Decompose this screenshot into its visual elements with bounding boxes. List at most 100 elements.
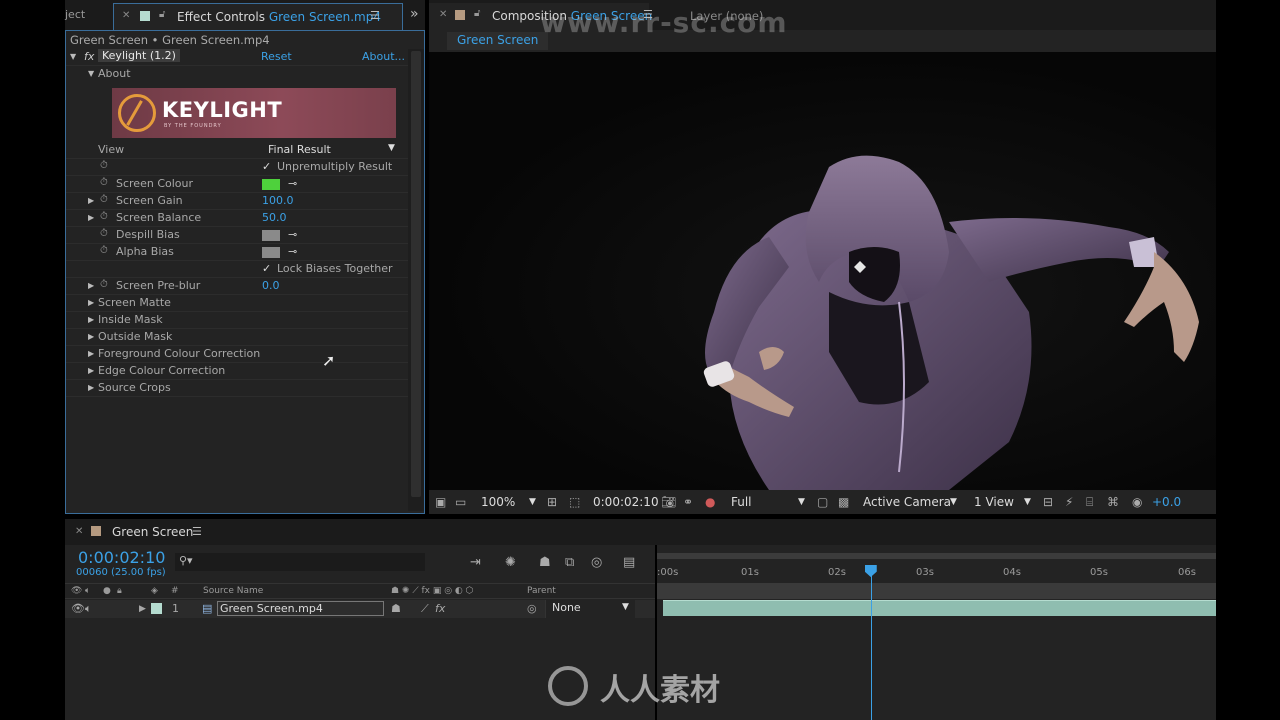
pick-whip-icon[interactable]: ◎ xyxy=(527,602,537,615)
audio-switch-icon[interactable]: 🔈︎ xyxy=(85,586,90,596)
project-tab[interactable]: ject xyxy=(65,8,85,21)
expand-triangle-icon[interactable]: ▶ xyxy=(88,281,94,290)
group-row[interactable]: ▶ Foreground Colour Correction xyxy=(66,346,408,363)
stopwatch-icon[interactable]: ⏱ xyxy=(100,194,108,205)
screen-colour-swatch[interactable] xyxy=(262,179,280,190)
effect-controls-scrollbar[interactable] xyxy=(408,49,424,511)
timeline-icon[interactable]: ⌸ xyxy=(1086,495,1093,510)
region-of-interest-icon[interactable]: ▢ xyxy=(817,495,828,509)
expand-triangle-icon[interactable]: ▶ xyxy=(88,366,94,375)
effect-controls-tab[interactable]: ✕ 🔓︎ Effect Controls Green Screen.mp4 ☰ xyxy=(113,3,403,30)
timeline-current-time[interactable]: 0:00:02:10 xyxy=(78,548,165,567)
collapse-triangle-icon[interactable]: ▼ xyxy=(88,69,94,78)
graph-editor-icon[interactable]: ▤ xyxy=(623,555,635,570)
channels-icon[interactable]: ● xyxy=(705,495,715,509)
about-group-row[interactable]: ▼ About xyxy=(66,66,408,83)
group-row[interactable]: ▶ Outside Mask xyxy=(66,329,408,346)
time-ruler[interactable]: :00s 01s 02s 03s 04s 05s 06s xyxy=(657,565,1216,585)
source-name-column[interactable]: Source Name xyxy=(203,586,263,596)
close-icon[interactable]: ✕ xyxy=(439,9,447,20)
label-color-swatch[interactable] xyxy=(151,603,162,614)
stopwatch-icon[interactable]: ⏱ xyxy=(100,279,108,290)
expand-triangle-icon[interactable]: ▶ xyxy=(88,298,94,307)
parent-dropdown[interactable]: None ▼ xyxy=(545,600,635,618)
expand-triangle-icon[interactable]: ▶ xyxy=(88,315,94,324)
screen-gain-value[interactable]: 100.0 xyxy=(262,194,294,207)
lock-switch-icon[interactable]: 🔒︎ xyxy=(117,586,122,596)
about-link[interactable]: About... xyxy=(362,50,405,63)
show-snapshot-icon[interactable]: ⚭ xyxy=(683,495,693,509)
shy-layers-icon[interactable]: ☗ xyxy=(539,555,551,570)
expand-triangle-icon[interactable]: ▶ xyxy=(88,383,94,392)
effect-header-row[interactable]: ▼ fx Keylight (1.2) Reset About... xyxy=(66,49,408,66)
view-dropdown[interactable]: Final Result ▼ xyxy=(262,142,402,158)
flowchart-icon[interactable]: ⌘ xyxy=(1107,495,1119,509)
monitor-icon[interactable]: ▭ xyxy=(455,495,466,509)
camera-dropdown[interactable]: Active Camera xyxy=(863,495,951,509)
snapshot-icon[interactable]: 📷︎ xyxy=(661,495,676,509)
layer-name-field[interactable]: Green Screen.mp4 xyxy=(217,601,384,616)
stopwatch-icon[interactable]: ⏱ xyxy=(100,177,108,188)
timeline-tab-title[interactable]: Green Screen xyxy=(112,525,193,539)
grid-icon[interactable]: ⊞ xyxy=(547,495,557,509)
expand-triangle-icon[interactable]: ▶ xyxy=(88,349,94,358)
tab-layer-name[interactable]: Green Screen.mp4 xyxy=(269,10,381,24)
panel-menu-icon[interactable]: ☰ xyxy=(370,9,380,22)
group-row[interactable]: ▶ Inside Mask xyxy=(66,312,408,329)
toggle-pixel-aspect-icon[interactable]: ⊟ xyxy=(1043,495,1053,509)
lock-icon[interactable]: 🔓︎ xyxy=(159,9,165,20)
chevron-down-icon[interactable]: ▼ xyxy=(1024,497,1031,507)
overflow-chevron-icon[interactable]: » xyxy=(410,6,419,22)
panel-menu-icon[interactable]: ☰ xyxy=(192,525,202,538)
chevron-down-icon[interactable]: ▼ xyxy=(798,497,805,507)
solo-switch-icon[interactable]: ● xyxy=(103,586,111,596)
fx-icon[interactable]: fx xyxy=(84,50,94,63)
expand-triangle-icon[interactable]: ▶ xyxy=(139,604,146,614)
layer-search-input[interactable]: ⚲▾ xyxy=(175,553,425,571)
eyedropper-icon[interactable]: ⊸ xyxy=(288,177,297,190)
audio-switch-icon[interactable]: 🔈︎ xyxy=(85,602,92,616)
draft-3d-icon[interactable]: ✺ xyxy=(505,555,516,570)
eyedropper-icon[interactable]: ⊸ xyxy=(288,228,297,241)
mask-visibility-icon[interactable]: ⬚ xyxy=(569,495,580,509)
despill-bias-swatch[interactable] xyxy=(262,230,280,241)
parent-column[interactable]: Parent xyxy=(527,586,556,596)
scrollbar-thumb[interactable] xyxy=(411,51,421,497)
close-icon[interactable]: ✕ xyxy=(122,10,130,21)
expand-triangle-icon[interactable]: ▶ xyxy=(88,332,94,341)
label-column-icon[interactable]: ◈ xyxy=(151,586,158,596)
expand-triangle-icon[interactable]: ▶ xyxy=(88,196,94,205)
quality-switch-icon[interactable]: ⟋ xyxy=(421,602,429,616)
checkbox-checked-icon[interactable]: ✓ xyxy=(262,262,271,275)
stopwatch-icon[interactable]: ⏱ xyxy=(100,245,108,256)
screen-preblur-value[interactable]: 0.0 xyxy=(262,279,280,292)
shy-switch-icon[interactable]: ☗ xyxy=(391,602,401,615)
reset-exposure-icon[interactable]: ◉ xyxy=(1132,495,1142,509)
stopwatch-icon[interactable]: ⏱ xyxy=(100,160,108,171)
chevron-down-icon[interactable]: ▼ xyxy=(529,497,536,507)
current-time-display[interactable]: 0:00:02:10 xyxy=(593,495,659,509)
video-switch-icon[interactable]: 👁︎ xyxy=(71,586,82,596)
motion-blur-icon[interactable]: ◎ xyxy=(591,555,602,570)
group-row[interactable]: ▶ Edge Colour Correction xyxy=(66,363,408,380)
zoom-dropdown[interactable]: 100% xyxy=(481,495,515,509)
layer-row[interactable]: 👁︎ 🔈︎ ▶ 1 ▤ Green Screen.mp4 ☗ ⟋ fx ◎ No… xyxy=(65,600,655,618)
alpha-bias-swatch[interactable] xyxy=(262,247,280,258)
transparency-grid-icon[interactable]: ▩ xyxy=(838,495,849,509)
resolution-dropdown[interactable]: Full xyxy=(731,495,752,509)
stopwatch-icon[interactable]: ⏱ xyxy=(100,228,108,239)
expand-triangle-icon[interactable]: ▶ xyxy=(88,213,94,222)
frame-blending-icon[interactable]: ⧉ xyxy=(565,555,574,570)
reset-link[interactable]: Reset xyxy=(261,50,292,63)
timeline-graph-area[interactable]: :00s 01s 02s 03s 04s 05s 06s xyxy=(657,545,1216,720)
video-switch-icon[interactable]: 👁︎ xyxy=(71,602,85,615)
screen-balance-value[interactable]: 50.0 xyxy=(262,211,287,224)
close-icon[interactable]: ✕ xyxy=(75,526,83,537)
composition-viewer[interactable] xyxy=(429,52,1216,490)
work-area-bar[interactable] xyxy=(657,553,1216,559)
exposure-value[interactable]: +0.0 xyxy=(1152,495,1181,509)
eyedropper-icon[interactable]: ⊸ xyxy=(288,245,297,258)
views-dropdown[interactable]: 1 View xyxy=(974,495,1014,509)
comp-mini-flowchart-icon[interactable]: ⇥ xyxy=(470,555,481,570)
layer-duration-bar[interactable] xyxy=(663,600,1216,616)
